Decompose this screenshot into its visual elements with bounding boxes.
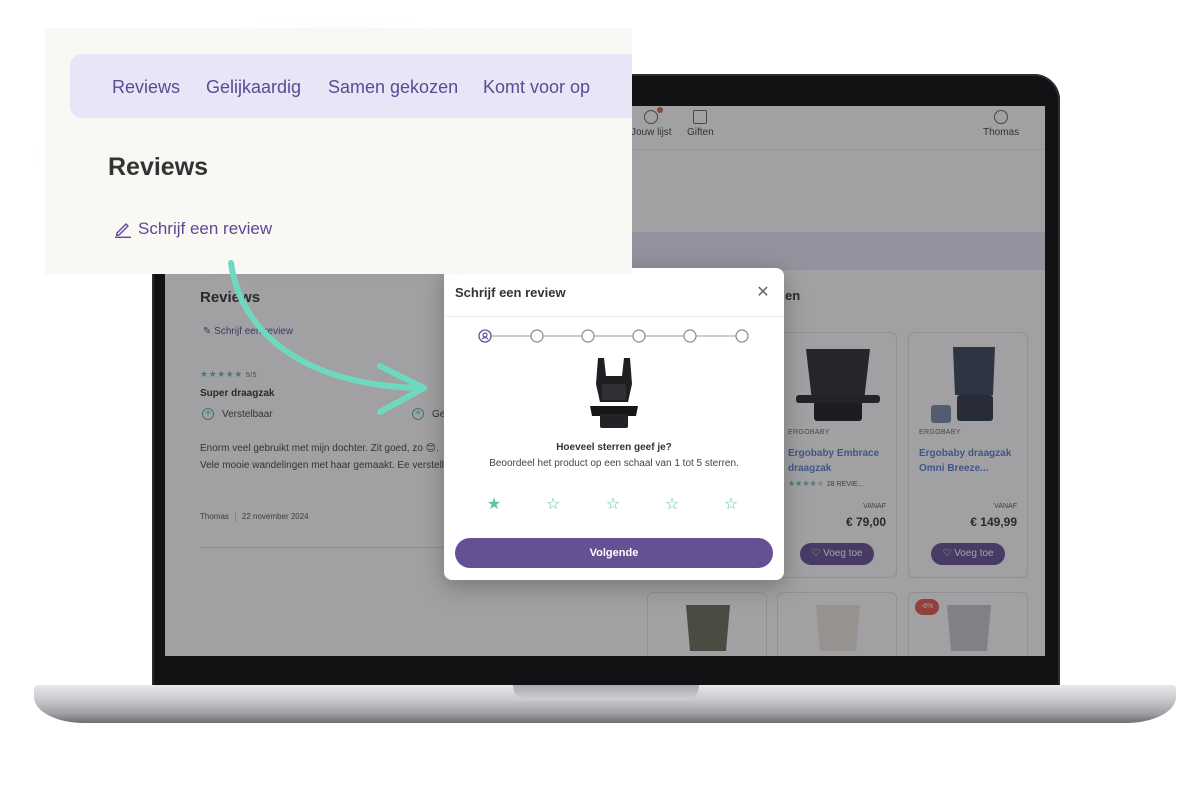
tab-appears-in[interactable]: Komt voor op: [483, 77, 590, 98]
next-button[interactable]: Volgende: [455, 538, 773, 568]
star-icon[interactable]: ★: [484, 495, 504, 515]
step-icon: [683, 329, 697, 343]
pencil-icon: [115, 223, 131, 238]
step-icon: [581, 329, 595, 343]
tab-chosen-together[interactable]: Samen gekozen: [328, 77, 458, 98]
write-review-modal: Schrijf een review ✕ Hoeveel sterren gee…: [444, 268, 784, 580]
reviews-heading: Reviews: [108, 153, 209, 181]
step-icon: [478, 329, 492, 343]
step-icon: [632, 329, 646, 343]
star-icon[interactable]: ☆: [662, 495, 682, 515]
laptop-notch: [513, 685, 699, 700]
baby-carrier-image: [590, 358, 638, 428]
star-icon[interactable]: ☆: [543, 495, 563, 515]
step-icon: [735, 329, 749, 343]
tab-similar[interactable]: Gelijkaardig: [206, 77, 301, 98]
rating-hint: Beoordeel het product op een schaal van …: [489, 458, 739, 469]
star-icon[interactable]: ☆: [603, 495, 623, 515]
star-icon[interactable]: ☆: [721, 495, 741, 515]
write-review-link[interactable]: Schrijf een review: [114, 219, 272, 239]
rating-question: Hoeveel sterren geef je?: [556, 442, 672, 453]
step-icon: [530, 329, 544, 343]
tab-reviews[interactable]: Reviews: [112, 77, 180, 98]
